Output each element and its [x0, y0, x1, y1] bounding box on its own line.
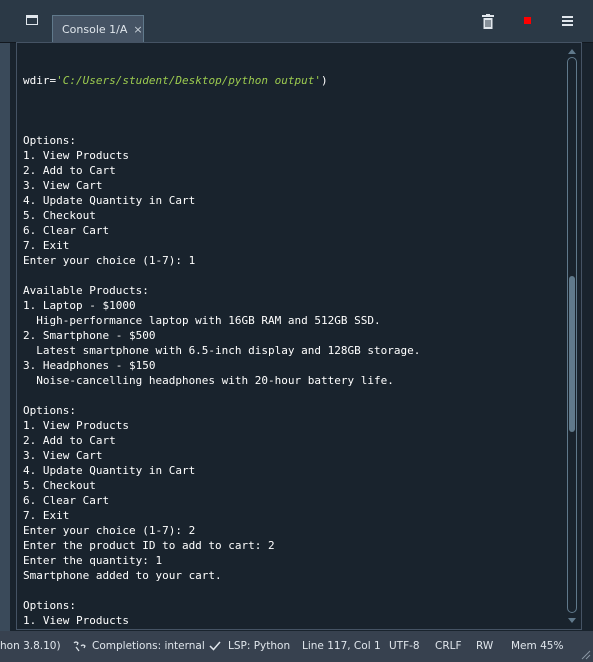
console-line: Noise-cancelling headphones with 20-hour…	[23, 374, 394, 387]
console-line: 7. Exit	[23, 239, 70, 252]
console-line: 1. View Products	[23, 419, 129, 432]
console-text: wdir='C:/Users/student/Desktop/python ou…	[23, 43, 563, 629]
console-line-wdir: wdir='C:/Users/student/Desktop/python ou…	[23, 73, 563, 88]
console-line: Options:	[23, 134, 76, 147]
console-output[interactable]: wdir='C:/Users/student/Desktop/python ou…	[16, 42, 582, 630]
scroll-up-arrow-icon[interactable]	[568, 49, 576, 54]
console-line: Available Products:	[23, 284, 149, 297]
console-line: Enter your choice (1-7): 1	[23, 254, 196, 267]
console-line: High-performance laptop with 16GB RAM an…	[23, 314, 381, 327]
tab-console[interactable]: Console 1/A ×	[52, 15, 144, 42]
scroll-down-arrow-icon[interactable]	[568, 618, 576, 623]
status-cursor-position: Line 117, Col 1	[302, 640, 381, 652]
status-completions: Completions: internal	[92, 640, 205, 652]
menu-icon[interactable]	[562, 16, 573, 26]
console-line: Smartphone added to your cart.	[23, 569, 222, 582]
console-line: 2. Add to Cart	[23, 434, 116, 447]
status-encoding: UTF-8	[389, 640, 420, 652]
status-memory: Mem 45%	[511, 640, 564, 652]
stop-icon[interactable]	[524, 17, 531, 24]
console-line: Latest smartphone with 6.5-inch display …	[23, 344, 421, 357]
console-line: Enter the quantity: 1	[23, 554, 163, 567]
console-line: 7. Exit	[23, 509, 70, 522]
wdir-suffix: )	[321, 74, 328, 87]
console-line: 1. Laptop - $1000	[23, 299, 136, 312]
console-line: 1. View Products	[23, 614, 129, 627]
console-line: 1. View Products	[23, 149, 129, 162]
console-toolbar: Console 1/A ×	[0, 0, 593, 43]
status-bar: hon 3.8.10) Completions: internal LSP: P…	[0, 631, 593, 662]
console-line: Enter your choice (1-7): 2	[23, 524, 196, 537]
close-icon[interactable]: ×	[133, 23, 142, 36]
left-edge	[0, 5, 10, 635]
console-line: 4. Update Quantity in Cart	[23, 194, 196, 207]
scrollbar-thumb[interactable]	[569, 276, 575, 432]
tab-label: Console 1/A	[62, 22, 128, 36]
console-line: 3. Headphones - $150	[23, 359, 156, 372]
check-icon	[209, 641, 221, 651]
completions-icon	[73, 641, 86, 652]
console-line: 6. Clear Cart	[23, 494, 110, 507]
console-line: Options:	[23, 599, 76, 612]
console-line: 2. Add to Cart	[23, 628, 563, 629]
resize-grip-icon[interactable]	[581, 650, 591, 660]
console-line: 3. View Cart	[23, 179, 103, 192]
trash-icon[interactable]	[482, 14, 494, 29]
console-line: 2. Add to Cart	[23, 164, 116, 177]
status-python-version: hon 3.8.10)	[0, 640, 61, 652]
console-line: 5. Checkout	[23, 209, 96, 222]
console-line: Options:	[23, 404, 76, 417]
console-line: 4. Update Quantity in Cart	[23, 464, 196, 477]
vertical-scrollbar[interactable]	[567, 57, 577, 613]
status-lsp: LSP: Python	[228, 640, 291, 652]
status-eol: CRLF	[435, 640, 462, 652]
console-line: 3. View Cart	[23, 449, 103, 462]
console-line: 2. Smartphone - $500	[23, 329, 156, 342]
wdir-string: 'C:/Users/student/Desktop/python output'	[56, 74, 322, 87]
console-line: 6. Clear Cart	[23, 224, 110, 237]
status-mode: RW	[476, 640, 494, 652]
console-line: 5. Checkout	[23, 479, 96, 492]
wdir-prefix: wdir=	[23, 74, 57, 87]
console-line: Enter the product ID to add to cart: 2	[23, 539, 275, 552]
window-icon[interactable]	[26, 15, 38, 25]
